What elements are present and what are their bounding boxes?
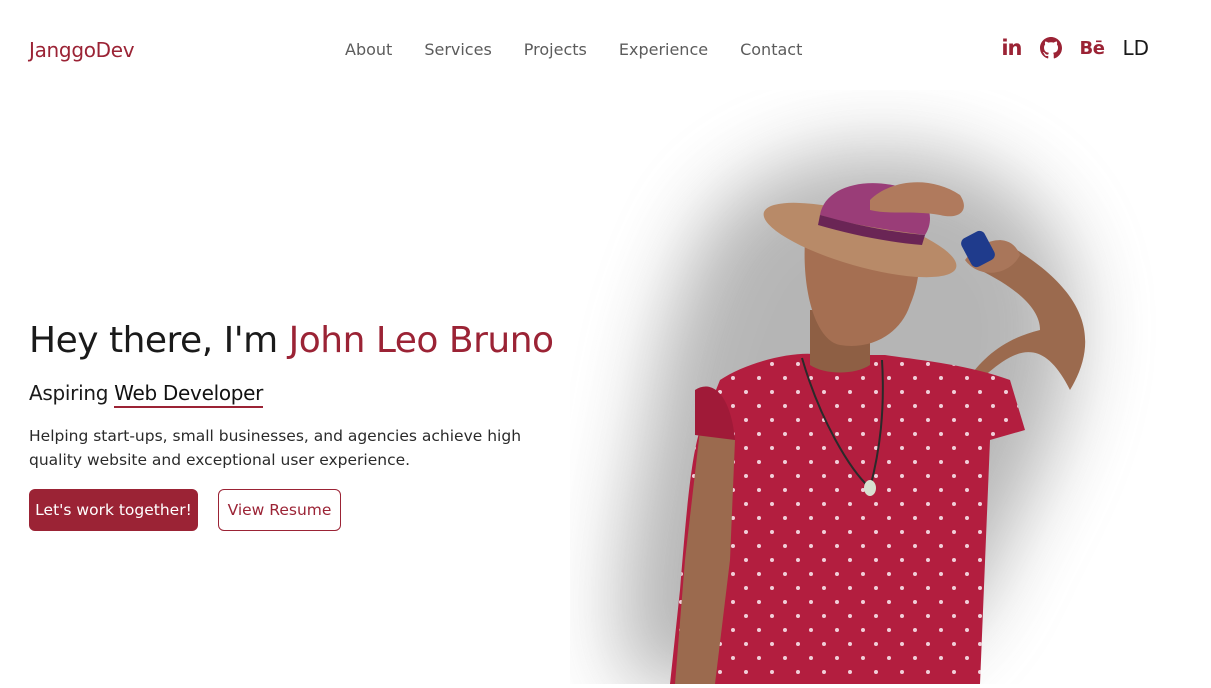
hero-subtitle: Aspiring Web Developer [29, 381, 263, 408]
nav-experience[interactable]: Experience [619, 40, 708, 59]
nav-services[interactable]: Services [424, 40, 491, 59]
theme-toggle-icon[interactable]: LD [1122, 36, 1149, 60]
hero-portrait-image [570, 90, 1211, 684]
hero-description: Helping start-ups, small businesses, and… [29, 427, 522, 469]
site-logo[interactable]: JanggoDev [29, 38, 135, 62]
nav-projects[interactable]: Projects [524, 40, 587, 59]
hero-name: John Leo Bruno [288, 320, 554, 361]
lets-work-together-button[interactable]: Let's work together! [29, 489, 198, 531]
main-nav: About Services Projects Experience Conta… [345, 40, 802, 59]
hero-role: Web Developer [114, 381, 263, 408]
social-links: in Bē LD [1001, 36, 1149, 60]
hero-title: Hey there, I'm John Leo Bruno [29, 320, 554, 361]
nav-about[interactable]: About [345, 40, 392, 59]
linkedin-icon[interactable]: in [1001, 36, 1022, 60]
nav-contact[interactable]: Contact [740, 40, 802, 59]
hero-greeting: Hey there, I'm [29, 320, 289, 361]
subtitle-prefix: Aspiring [29, 381, 115, 405]
behance-icon[interactable]: Bē [1080, 38, 1105, 59]
github-icon[interactable] [1039, 37, 1062, 59]
view-resume-button[interactable]: View Resume [218, 489, 341, 531]
